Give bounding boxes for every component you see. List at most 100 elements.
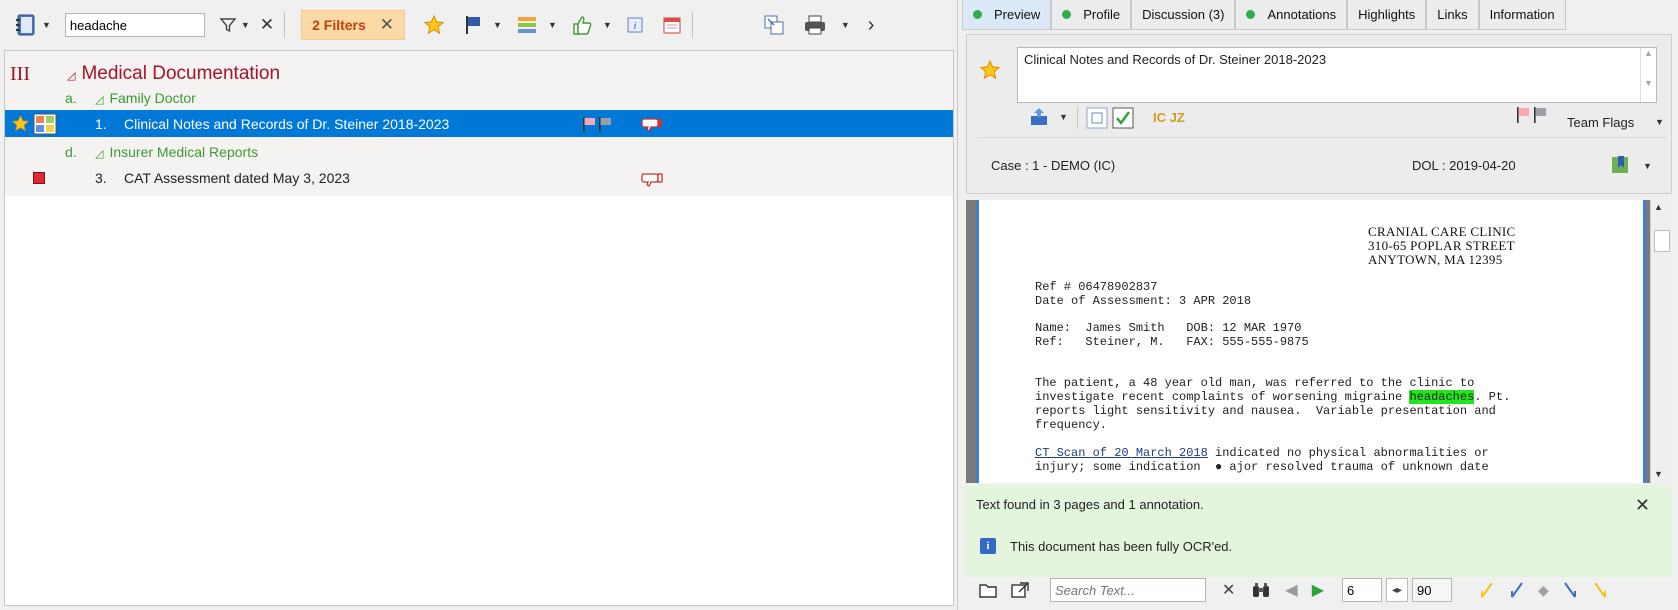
open-external-icon[interactable] <box>1010 581 1030 599</box>
search-results-bar: Text found in 3 pages and 1 annotation. … <box>966 485 1672 577</box>
scroll-thumb[interactable] <box>1654 230 1670 252</box>
tab-annotations[interactable]: Annotations <box>1235 0 1348 30</box>
bookmark-icon[interactable] <box>1609 154 1631 179</box>
dol-label: DOL : 2019-04-20 <box>1412 158 1516 173</box>
page-stepper[interactable]: ◂▸ <box>1386 578 1409 602</box>
close-icon[interactable]: ✕ <box>1635 495 1650 516</box>
thumbs-up-icon[interactable] <box>571 12 593 38</box>
star-icon[interactable] <box>979 59 1001 84</box>
filter-icon[interactable] <box>219 12 237 38</box>
marker-icon[interactable]: ◆ <box>1538 582 1549 599</box>
preview-pane: Preview Profile Discussion (3) Annotatio… <box>960 0 1678 610</box>
team-flags-icon[interactable] <box>1515 105 1553 128</box>
document-viewer[interactable]: CRANIAL CARE CLINIC 310-65 POPLAR STREET… <box>966 200 1672 483</box>
title-scrollbar[interactable]: ▲ ▼ <box>1640 48 1656 102</box>
section-title: ◿ Medical Documentation <box>67 63 280 85</box>
chevron-right-icon[interactable]: › <box>868 12 875 38</box>
review-icon[interactable] <box>1085 106 1109 133</box>
status-dot <box>973 10 982 19</box>
tab-preview[interactable]: Preview <box>962 0 1052 30</box>
thumbs-down-icon <box>641 171 663 190</box>
text-span: . Pt. <box>1474 390 1511 404</box>
next-hit-icon[interactable]: ▶ <box>1312 580 1324 600</box>
section-row[interactable]: III ◿ Medical Documentation <box>5 61 953 87</box>
referral-line: Ref: Steiner, M. FAX: 555-555-9875 <box>1035 335 1309 349</box>
tab-links[interactable]: Links <box>1426 0 1479 30</box>
patient-name-line: Name: James Smith DOB: 12 MAR 1970 <box>1035 321 1302 335</box>
tab-discussion[interactable]: Discussion (3) <box>1131 0 1236 30</box>
chevron-down-icon[interactable]: ▼ <box>493 20 502 30</box>
folder-icon[interactable] <box>978 581 998 599</box>
first-page-icon[interactable] <box>1478 581 1496 599</box>
chevron-down-icon[interactable]: ▼ <box>1655 117 1664 127</box>
page-number-input[interactable] <box>1342 578 1383 602</box>
calendar-icon[interactable] <box>662 12 682 38</box>
collapse-triangle-icon[interactable]: ◿ <box>95 94 103 106</box>
chevron-down-icon[interactable]: ▼ <box>1059 112 1068 122</box>
tab-highlights[interactable]: Highlights <box>1347 0 1427 30</box>
scroll-up-icon[interactable]: ▲ <box>1654 202 1663 212</box>
paragraph-line: The patient, a 48 year old man, was refe… <box>1035 376 1475 390</box>
search-highlight[interactable]: headaches <box>1409 390 1475 404</box>
group-row[interactable]: d. ◿ Insurer Medical Reports <box>5 141 953 163</box>
document-title-field[interactable]: Clinical Notes and Records of Dr. Steine… <box>1017 47 1657 103</box>
search-result-text: Text found in 3 pages and 1 annotation. <box>976 497 1204 512</box>
section-title-text: Medical Documentation <box>81 63 281 84</box>
tab-label: Profile <box>1083 7 1121 22</box>
collapse-triangle-icon[interactable]: ◿ <box>95 148 103 160</box>
notebook-icon[interactable] <box>14 12 38 38</box>
tab-label: Preview <box>994 7 1041 22</box>
chevron-down-icon[interactable]: ▼ <box>241 20 250 30</box>
toolbar-divider <box>1077 107 1078 129</box>
document-title: Clinical Notes and Records of Dr. Steine… <box>124 115 450 132</box>
star-icon[interactable] <box>423 12 445 38</box>
expand-window-icon[interactable] <box>763 12 785 38</box>
chevron-down-icon[interactable]: ▼ <box>548 20 557 30</box>
color-label-icon[interactable] <box>516 12 538 38</box>
tab-profile[interactable]: Profile <box>1051 0 1132 30</box>
search-input[interactable] <box>64 13 205 37</box>
total-pages-field <box>1412 578 1453 602</box>
previous-hit-icon[interactable]: ◀ <box>1285 580 1297 600</box>
text-search-input[interactable] <box>1050 578 1206 602</box>
group-row[interactable]: a. ◿ Family Doctor <box>5 87 953 109</box>
chevron-down-icon[interactable]: ▼ <box>1643 161 1652 171</box>
binoculars-icon[interactable] <box>1251 581 1271 599</box>
tab-information[interactable]: Information <box>1478 0 1566 30</box>
flag-icon[interactable] <box>463 12 483 38</box>
document-row-selected[interactable]: 1. Clinical Notes and Records of Dr. Ste… <box>5 110 953 137</box>
team-flags-icon <box>581 115 617 136</box>
info-icon[interactable]: i <box>626 12 644 38</box>
preview-tabs: Preview Profile Discussion (3) Annotatio… <box>962 0 1566 30</box>
document-row[interactable]: 3. CAT Assessment dated May 3, 2023 <box>5 166 953 190</box>
svg-text:i: i <box>633 21 636 32</box>
chevron-down-icon[interactable]: ▼ <box>603 20 612 30</box>
collapse-triangle-icon[interactable]: ◿ <box>67 70 75 82</box>
share-icon[interactable] <box>1029 107 1051 130</box>
document-link[interactable]: CT Scan of 20 March 2018 <box>1035 446 1208 460</box>
chevron-down-icon[interactable]: ▼ <box>841 20 850 30</box>
paragraph-line: investigate recent complaints of worseni… <box>1035 390 1510 404</box>
chevron-down-icon[interactable]: ▼ <box>42 20 51 30</box>
document-scrollbar[interactable]: ▲ ▼ <box>1650 200 1672 483</box>
thumbnail-grid-icon <box>33 113 57 138</box>
paragraph-line: injury; some indication ● ajor resolved … <box>1035 460 1489 474</box>
printer-icon[interactable] <box>803 12 827 38</box>
star-icon[interactable] <box>11 114 30 136</box>
previous-page-icon[interactable] <box>1508 581 1526 599</box>
document-number: 3. <box>95 170 107 186</box>
active-filters-chip[interactable]: 2 Filters ✕ <box>301 10 406 40</box>
last-page-icon[interactable] <box>1591 581 1609 599</box>
scroll-down-icon[interactable]: ▼ <box>1654 469 1663 479</box>
document-header-card: Clinical Notes and Records of Dr. Steine… <box>966 34 1672 194</box>
checkbox-checked-icon[interactable] <box>1111 106 1135 133</box>
next-page-icon[interactable] <box>1561 581 1579 599</box>
clear-filters-icon[interactable]: ✕ <box>380 15 394 35</box>
info-icon: i <box>980 538 996 554</box>
paragraph-line: frequency. <box>1035 418 1108 432</box>
team-flags-label[interactable]: Team Flags <box>1567 115 1634 130</box>
close-icon[interactable]: ✕ <box>1222 580 1235 600</box>
close-icon[interactable]: ✕ <box>260 12 274 38</box>
paragraph-line: CT Scan of 20 March 2018 indicated no ph… <box>1035 446 1489 460</box>
filters-label: 2 Filters <box>312 17 366 33</box>
